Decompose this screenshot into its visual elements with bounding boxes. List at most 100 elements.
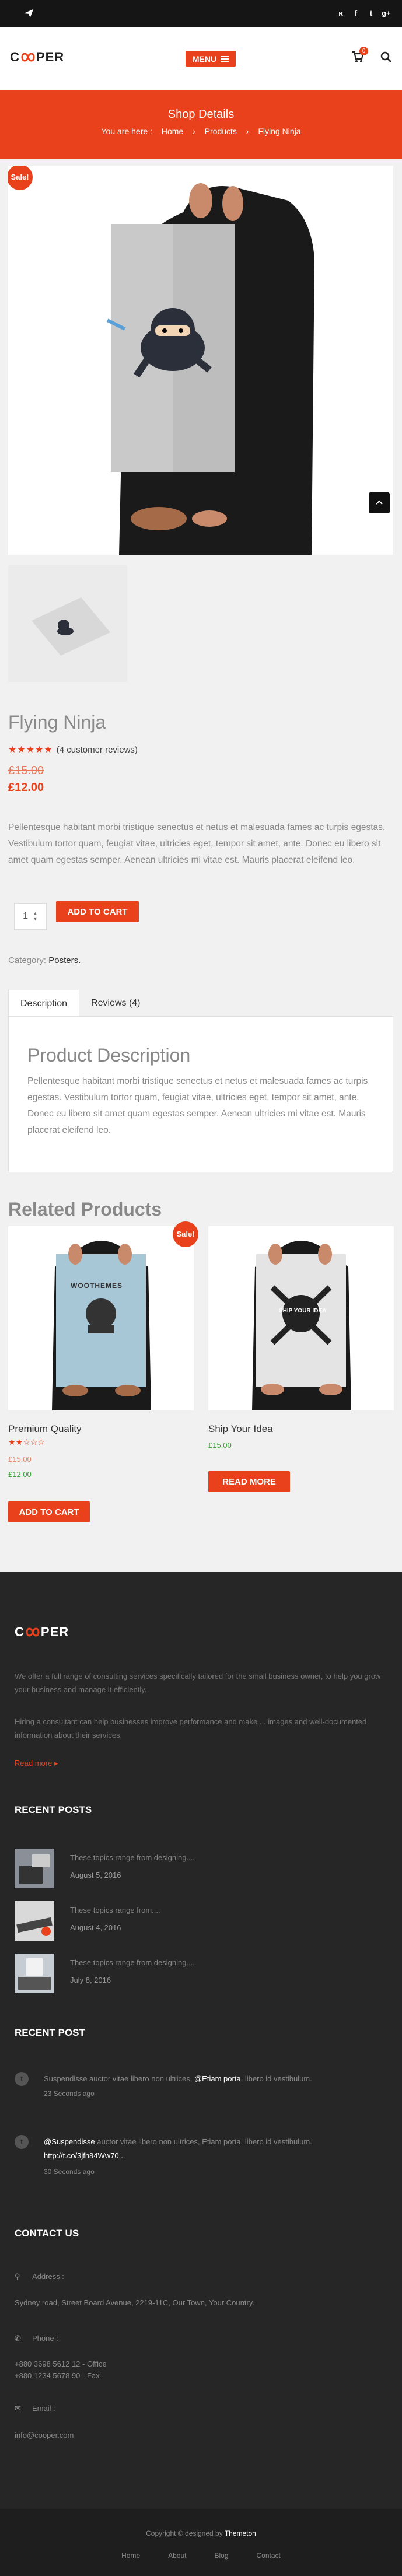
breadcrumb-current: Flying Ninja <box>258 127 301 136</box>
tweet-item: t @Suspendisse auctor vitae libero non u… <box>15 2135 388 2193</box>
menu-label: MENU <box>192 54 217 64</box>
quantity-stepper[interactable]: 1 ▲ ▼ <box>14 903 47 930</box>
related-product-image[interactable]: SHIP YOUR IDEA <box>208 1226 394 1410</box>
product-rating: ★★★★★ (4 customer reviews) <box>8 744 138 755</box>
product-main-image[interactable]: Sale! <box>8 166 393 555</box>
email-label: ✉ Email : <box>15 2404 55 2413</box>
current-price: £12.00 <box>8 1470 32 1479</box>
tweet-body: , libero id vestibulum. <box>240 2074 312 2083</box>
rating-stars: ★★☆☆☆ <box>8 1437 45 1447</box>
poster-photo <box>208 1226 394 1410</box>
rss-icon[interactable]: ʀ <box>334 8 347 19</box>
recent-posts-heading: RECENT POSTS <box>15 1804 92 1815</box>
breadcrumb-home[interactable]: Home <box>162 127 183 136</box>
recent-post-item[interactable]: These topics range from designing.... Au… <box>15 1849 388 1892</box>
tweet-time: 23 Seconds ago <box>44 2090 95 2098</box>
site-logo[interactable]: C PER <box>10 48 64 66</box>
footer-link-blog[interactable]: Blog <box>214 2552 228 2560</box>
product-photo <box>8 166 393 555</box>
phone-icon: ✆ <box>15 2334 21 2343</box>
post-photo <box>15 1901 54 1941</box>
current-price: £12.00 <box>8 781 44 794</box>
logo-letter: C <box>15 1625 25 1639</box>
google-plus-icon[interactable]: g+ <box>380 8 393 19</box>
description-panel: Product Description Pellentesque habitan… <box>8 1016 393 1172</box>
recent-post-item[interactable]: These topics range from designing.... Ju… <box>15 1954 388 1997</box>
copyright-brand-link[interactable]: Themeton <box>225 2529 256 2538</box>
post-title[interactable]: These topics range from.... <box>70 1906 160 1915</box>
footer-link-about[interactable]: About <box>168 2552 186 2560</box>
contact-heading: CONTACT US <box>15 2228 79 2239</box>
phone-fax: +880 1234 5678 90 - Fax <box>15 2371 100 2380</box>
review-count-link[interactable]: (4 customer reviews) <box>57 745 138 755</box>
tweet-url-link[interactable]: http://t.co/3jfh84Ww70... <box>44 2151 125 2160</box>
tweet-item: t Suspendisse auctor vitae libero non ul… <box>15 2072 388 2113</box>
logo-text: PER <box>36 50 65 64</box>
thumbnail-photo <box>32 597 110 656</box>
tweet-handle-link[interactable]: @Etiam porta <box>194 2074 241 2083</box>
breadcrumb-products[interactable]: Products <box>205 127 237 136</box>
post-photo <box>15 1954 54 1993</box>
tweet-text: @Suspendisse auctor vitae libero non ult… <box>44 2135 382 2163</box>
category-link[interactable]: Posters. <box>48 956 81 965</box>
post-title[interactable]: These topics range from designing.... <box>70 1853 195 1862</box>
twitter-icon: t <box>15 2072 29 2086</box>
logo-mark-icon <box>26 1628 40 1637</box>
twitter-icon: t <box>15 2135 29 2149</box>
footer-about-text: Hiring a consultant can help businesses … <box>15 1717 367 1740</box>
sale-badge: Sale! <box>173 1222 198 1247</box>
poster-text: WOOTHEMES <box>71 1282 123 1290</box>
tab-description[interactable]: Description <box>8 990 80 1017</box>
send-icon[interactable] <box>23 8 34 19</box>
footer-logo[interactable]: C PER <box>15 1623 69 1641</box>
phone-label-text: Phone : <box>32 2334 58 2343</box>
recent-post-item[interactable]: These topics range from.... August 4, 20… <box>15 1901 388 1944</box>
product-title: Flying Ninja <box>8 712 106 733</box>
tab-reviews[interactable]: Reviews (4) <box>79 990 152 1017</box>
post-thumbnail[interactable] <box>15 1849 54 1888</box>
facebook-icon[interactable]: f <box>349 8 362 19</box>
tweet-handle-link[interactable]: @Suspendisse <box>44 2137 95 2146</box>
related-product-name[interactable]: Premium Quality <box>8 1423 82 1435</box>
post-photo <box>15 1849 54 1888</box>
copyright-prefix: Copyright © designed by <box>146 2529 225 2538</box>
read-more-link[interactable]: Read more ▸ <box>15 1759 58 1768</box>
product-thumbnail[interactable] <box>8 565 127 682</box>
logo-mark-icon <box>21 52 35 62</box>
page-banner: Shop Details You are here : Home › Produ… <box>0 90 402 159</box>
read-more-button[interactable]: READ MORE <box>208 1471 290 1492</box>
search-icon[interactable] <box>380 51 392 63</box>
quantity-spinner-icon[interactable]: ▲ ▼ <box>33 911 38 922</box>
logo-letter: C <box>10 50 20 64</box>
poster-photo <box>8 1226 194 1410</box>
post-thumbnail[interactable] <box>15 1954 54 1993</box>
add-to-cart-button[interactable]: ADD TO CART <box>8 1502 90 1522</box>
old-price: £15.00 <box>8 1455 32 1464</box>
post-title[interactable]: These topics range from designing.... <box>70 1958 195 1967</box>
page-title: Shop Details <box>167 108 235 121</box>
footer-link-contact[interactable]: Contact <box>257 2552 281 2560</box>
post-date: August 4, 2016 <box>70 1923 121 1932</box>
related-product-name[interactable]: Ship Your Idea <box>208 1423 273 1435</box>
scroll-to-top-button[interactable] <box>369 492 390 513</box>
address-label-text: Address : <box>32 2272 64 2281</box>
map-marker-icon: ⚲ <box>15 2272 20 2281</box>
logo-text: PER <box>40 1625 69 1639</box>
product-prices: £15.00 £12.00 <box>8 764 44 794</box>
related-product-image[interactable]: WOOTHEMES <box>8 1226 194 1410</box>
panel-title: Product Description <box>27 1045 191 1066</box>
address-label: ⚲ Address : <box>15 2272 64 2281</box>
twitter-icon[interactable]: t <box>365 8 377 19</box>
post-thumbnail[interactable] <box>15 1901 54 1941</box>
bottom-bar: Copyright © designed by Themeton Home Ab… <box>0 2509 402 2576</box>
envelope-icon: ✉ <box>15 2404 21 2413</box>
add-to-cart-button[interactable]: ADD TO CART <box>56 901 139 922</box>
footer-nav: Home About Blog Contact <box>0 2552 402 2560</box>
email-link[interactable]: info@cooper.com <box>15 2431 74 2440</box>
menu-button[interactable]: MENU <box>186 51 236 66</box>
phone-office: +880 3698 5612 12 - Office <box>15 2360 107 2368</box>
tweet-body: Suspendisse auctor vitae libero non ultr… <box>44 2074 194 2083</box>
email-label-text: Email : <box>32 2404 55 2413</box>
footer-link-home[interactable]: Home <box>121 2552 140 2560</box>
breadcrumb-separator: › <box>246 127 249 136</box>
